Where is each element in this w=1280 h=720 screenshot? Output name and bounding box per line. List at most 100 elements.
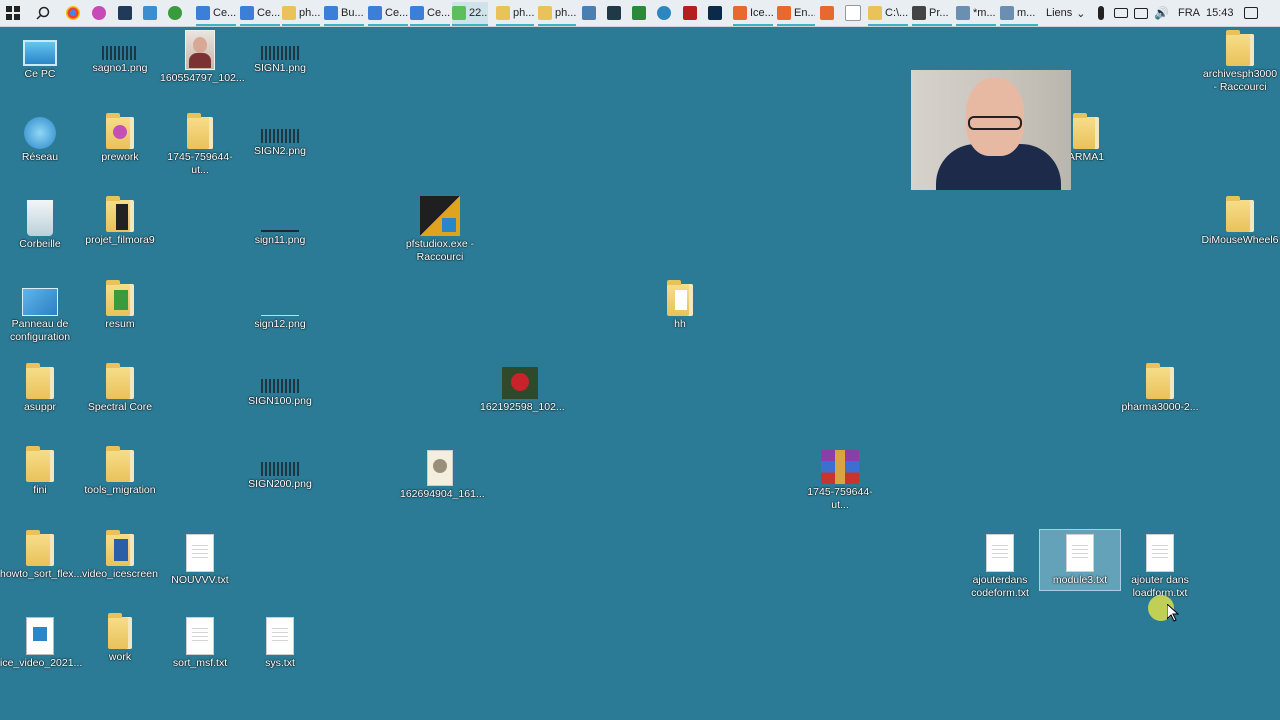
desktop-icon-ajouter-loadform[interactable]: ajouter dans loadform.txt <box>1120 534 1200 600</box>
folder-icon <box>106 446 134 482</box>
folder-icon <box>106 280 134 316</box>
desktop-icon-sign11[interactable]: sign11.png <box>240 200 320 247</box>
app-taskbar-icon[interactable] <box>582 2 600 24</box>
desktop-icon-sign2[interactable]: SIGN2.png <box>240 117 320 158</box>
search-button[interactable] <box>36 2 54 24</box>
desktop-icon-ajouterdans-codeform[interactable]: ajouterdans codeform.txt <box>960 534 1040 600</box>
desktop-icon-sign100[interactable]: SIGN100.png <box>240 367 320 408</box>
desktop-icon-img-162694904[interactable]: 162694904_161... <box>400 450 485 501</box>
text-file-icon <box>1066 534 1094 572</box>
desktop-icon-sign200[interactable]: SIGN200.png <box>240 450 320 491</box>
image-file-icon <box>261 46 299 60</box>
links-toolbar[interactable]: Liens ⌄ <box>1046 2 1096 24</box>
desktop-icon-sort-msf[interactable]: sort_msf.txt <box>160 617 240 670</box>
taskbar-window[interactable]: ph... <box>538 2 576 24</box>
network-icon[interactable] <box>1134 2 1150 24</box>
windows-start-button[interactable] <box>6 2 24 24</box>
language-indicator[interactable]: FRA <box>1178 2 1202 24</box>
desktop-icon-archivesph3000[interactable]: archivesph3000 - Raccourci <box>1200 30 1280 94</box>
desktop-icon-projet-filmora[interactable]: projet_filmora9 <box>80 196 160 247</box>
webcam-overlay <box>911 70 1071 190</box>
taskbar-window[interactable]: C:\... <box>868 2 908 24</box>
clock[interactable]: 15:43 <box>1206 2 1236 24</box>
desktop-icon-ce-pc[interactable]: Ce PC <box>0 34 80 81</box>
folder-icon <box>106 196 134 232</box>
desktop-icon-img-162192598[interactable]: 162192598_102... <box>480 367 565 414</box>
image-file-icon <box>261 315 299 316</box>
microphone-icon[interactable] <box>1098 2 1110 24</box>
folder-shortcut-icon <box>1226 30 1254 66</box>
desktop-icon-asuppr[interactable]: asuppr <box>0 363 80 414</box>
taskbar-window[interactable]: ph... <box>282 2 320 24</box>
desktop-icon-tools-migration[interactable]: tools_migration <box>80 446 160 497</box>
folder-icon <box>1226 196 1254 232</box>
desktop-icon-resum[interactable]: resum <box>80 280 160 331</box>
desktop-icon-pfstudiox[interactable]: pfstudiox.exe - Raccourci <box>400 196 480 264</box>
desktop-icon-sign1[interactable]: SIGN1.png <box>240 34 320 75</box>
taskbar-window-active[interactable]: 22... <box>452 2 488 24</box>
taskbar-window[interactable]: Ce... <box>410 2 450 24</box>
taskbar-window[interactable]: Pr... <box>912 2 952 24</box>
taskbar-window[interactable]: En... <box>777 2 815 24</box>
volume-icon[interactable]: 🔊 <box>1154 2 1170 24</box>
folder-icon <box>108 613 132 649</box>
desktop-icon-fini[interactable]: fini <box>0 446 80 497</box>
desktop-icon-sign12[interactable]: sign12.png <box>240 284 320 331</box>
app-taskbar-icon[interactable] <box>92 2 110 24</box>
desktop-icon-panneau-configuration[interactable]: Panneau de configuration <box>0 284 80 344</box>
photo-thumbnail-icon <box>427 450 453 486</box>
file-taskbar-icon[interactable] <box>845 2 863 24</box>
chrome-taskbar-icon[interactable] <box>66 2 84 24</box>
computer-icon <box>23 40 57 66</box>
text-file-icon <box>186 617 214 655</box>
taskbar-window[interactable]: Bu... <box>324 2 364 24</box>
desktop-icon-sagno1[interactable]: sagno1.png <box>80 34 160 75</box>
photoshop-taskbar-icon[interactable] <box>708 2 726 24</box>
desktop-icon-spectral-core[interactable]: Spectral Core <box>80 363 160 414</box>
desktop-icon-rar-1745[interactable]: 1745-759644-ut... <box>800 450 880 512</box>
desktop-icon-prework[interactable]: prework <box>80 113 160 164</box>
app-taskbar-icon[interactable] <box>118 2 136 24</box>
taskbar-window[interactable]: Ce... <box>196 2 236 24</box>
desktop-icon-hh[interactable]: hh <box>640 280 720 331</box>
photo-thumbnail-icon <box>185 30 215 70</box>
desktop-icon-sys[interactable]: sys.txt <box>240 617 320 670</box>
desktop-icon-ice-video[interactable]: ice_video_2021... <box>0 617 82 670</box>
desktop-icon-module3-selected[interactable]: module3.txt <box>1039 529 1121 591</box>
app-taskbar-icon[interactable] <box>632 2 650 24</box>
folder-icon <box>1073 113 1099 149</box>
taskbar-window[interactable]: Ce... <box>240 2 280 24</box>
desktop-icon-img-160554797[interactable]: 160554797_102... <box>160 30 245 85</box>
taskbar-window[interactable]: Ice... <box>733 2 773 24</box>
app-taskbar-icon[interactable] <box>683 2 701 24</box>
desktop-icon-pharma3000[interactable]: pharma3000-2... <box>1120 363 1200 414</box>
image-file-icon <box>261 462 299 476</box>
taskbar: Ce... Ce... ph... Bu... Ce... Ce... 22..… <box>0 0 1280 27</box>
image-file-icon <box>102 46 138 60</box>
app-taskbar-icon[interactable] <box>820 2 838 24</box>
app-taskbar-icon[interactable] <box>607 2 625 24</box>
desktop-icon-folder-1745[interactable]: 1745-759644-ut... <box>160 113 240 177</box>
notifications-icon[interactable] <box>1244 2 1262 24</box>
desktop-icon-corbeille[interactable]: Corbeille <box>0 200 80 251</box>
app-taskbar-icon[interactable] <box>657 2 675 24</box>
app-taskbar-icon[interactable] <box>143 2 161 24</box>
folder-icon <box>667 280 693 316</box>
desktop-icon-video-icescreen[interactable]: video_icescreen <box>80 530 160 581</box>
folder-icon <box>1146 363 1174 399</box>
text-file-icon <box>186 534 214 572</box>
desktop-icon-work[interactable]: work <box>80 613 160 664</box>
desktop-icon-howto[interactable]: howto_sort_flex... <box>0 530 82 581</box>
battery-icon[interactable] <box>1114 2 1130 24</box>
recycle-bin-icon <box>27 200 53 236</box>
desktop-icon-nouvvv[interactable]: NOUVVV.txt <box>160 534 240 587</box>
taskbar-window[interactable]: ph... <box>496 2 534 24</box>
app-taskbar-icon[interactable] <box>168 2 186 24</box>
desktop-icon-reseau[interactable]: Réseau <box>0 117 80 164</box>
taskbar-window[interactable]: m... <box>1000 2 1038 24</box>
taskbar-window[interactable]: Ce... <box>368 2 408 24</box>
folder-icon <box>106 530 134 566</box>
desktop-icon-dimousewheel[interactable]: DiMouseWheel6 <box>1200 196 1280 247</box>
taskbar-window[interactable]: *m... <box>956 2 996 24</box>
photo-thumbnail-icon <box>502 367 538 399</box>
